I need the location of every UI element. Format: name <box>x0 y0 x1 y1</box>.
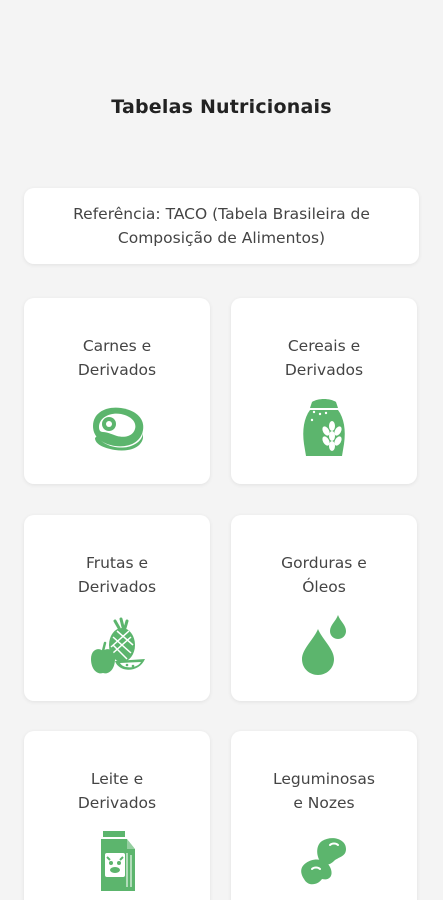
category-card-cereais[interactable]: Cereais e Derivados <box>231 298 417 484</box>
fruits-icon <box>85 613 149 677</box>
category-card-leite[interactable]: Leite e Derivados <box>24 731 210 900</box>
grain-sack-icon <box>292 396 356 460</box>
page-title: Tabelas Nutricionais <box>111 96 332 118</box>
category-card-gorduras[interactable]: Gorduras e Óleos <box>231 515 417 701</box>
category-label: Carnes e Derivados <box>77 337 157 379</box>
category-label: Leguminosas e Nozes <box>273 770 375 812</box>
category-card-leguminosas[interactable]: Leguminosas e Nozes <box>231 731 417 900</box>
reference-text: Referência: TACO (Tabela Brasileira de C… <box>73 205 370 247</box>
milk-carton-icon <box>85 829 149 893</box>
screen: Tabelas Nutricionais Referência: TACO (T… <box>0 0 443 900</box>
category-card-carnes[interactable]: Carnes e Derivados <box>24 298 210 484</box>
meat-steak-icon <box>85 396 149 460</box>
category-card-frutas[interactable]: Frutas e Derivados <box>24 515 210 701</box>
reference-card: Referência: TACO (Tabela Brasileira de C… <box>24 188 419 264</box>
category-label: Leite e Derivados <box>77 770 157 812</box>
oil-drops-icon <box>292 613 356 677</box>
category-label: Frutas e Derivados <box>77 554 157 596</box>
category-label: Cereais e Derivados <box>284 337 364 379</box>
beans-icon <box>292 829 356 893</box>
category-label: Gorduras e Óleos <box>281 554 367 596</box>
